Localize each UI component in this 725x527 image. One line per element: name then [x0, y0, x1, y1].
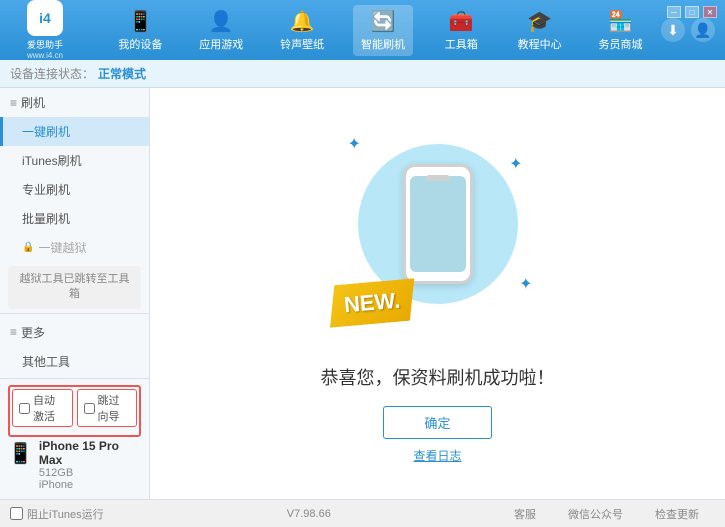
service-icon: 🏪: [608, 9, 633, 34]
tutorial-icon: 🎓: [527, 9, 552, 34]
status-label: 设备连接状态：: [10, 65, 94, 82]
my-device-icon: 📱: [128, 9, 153, 34]
flash-group-header[interactable]: ≡ 刷机: [0, 88, 149, 117]
sidebar-divider: [0, 313, 149, 314]
batch-flash-label: 批量刷机: [22, 212, 70, 226]
auto-activate-checkbox[interactable]: [19, 403, 30, 414]
device-type: iPhone: [39, 479, 141, 491]
guide-activation-label: 跳过向导: [98, 392, 131, 424]
stop-itunes-label: 阻止iTunes运行: [27, 506, 104, 522]
app-logo: i4 爱思助手 www.i4.cn: [10, 0, 80, 60]
phone-notch: [426, 175, 450, 181]
maximize-button[interactable]: □: [685, 6, 699, 18]
footer-customer-service[interactable]: 客服: [514, 506, 536, 522]
device-name: iPhone 15 Pro Max: [39, 439, 141, 467]
user-button[interactable]: 👤: [691, 18, 715, 42]
nav-toolbox-label: 工具箱: [445, 36, 478, 52]
auto-actions: 自动激活 跳过向导: [12, 389, 137, 427]
sparkle-icon-3: ✦: [519, 274, 532, 294]
stop-itunes-checkbox[interactable]: [10, 507, 23, 520]
itunes-flash-label: iTunes刷机: [22, 154, 82, 168]
close-button[interactable]: ✕: [703, 6, 717, 18]
sparkle-icon-1: ✦: [348, 134, 361, 154]
device-info: 📱 iPhone 15 Pro Max 512GB iPhone: [8, 437, 141, 493]
logo-text: 爱思助手 www.i4.cn: [27, 38, 63, 60]
logo-symbol: i4: [39, 10, 51, 26]
guide-activation-checkbox[interactable]: [84, 403, 95, 414]
sidebar-other-tools[interactable]: 其他工具: [0, 347, 149, 376]
app-header: i4 爱思助手 www.i4.cn 📱 我的设备 👤 应用游戏 🔔 铃声壁纸 🔄…: [0, 0, 725, 60]
nav-bar: 📱 我的设备 👤 应用游戏 🔔 铃声壁纸 🔄 智能刷机 🧰 工具箱 🎓 教程中心…: [100, 5, 661, 56]
nav-my-device[interactable]: 📱 我的设备: [110, 5, 170, 56]
logo-icon: i4: [27, 0, 63, 36]
status-bar: 设备连接状态： 正常模式: [0, 60, 725, 88]
auto-activate-label: 自动激活: [33, 392, 66, 424]
phone-circle: [358, 144, 518, 304]
footer-version: V7.98.66: [104, 508, 514, 520]
success-message: 恭喜您，保资料刷机成功啦！: [321, 364, 555, 390]
footer-links: 客服 微信公众号 检查更新: [514, 506, 715, 522]
footer-check-update[interactable]: 检查更新: [655, 506, 699, 522]
nav-service[interactable]: 🏪 务员商城: [590, 5, 650, 56]
log-link[interactable]: 查看日志: [413, 447, 461, 464]
sidebar-batch-flash[interactable]: 批量刷机: [0, 204, 149, 233]
toolbox-icon: 🧰: [449, 9, 474, 34]
nav-tutorial-label: 教程中心: [518, 36, 562, 52]
phone-illustration: NEW. ✦ ✦ ✦: [338, 124, 538, 344]
smart-flash-icon: 🔄: [371, 9, 396, 34]
nav-my-device-label: 我的设备: [118, 36, 162, 52]
sparkle-icon-2: ✦: [509, 154, 522, 174]
nav-ringtones-label: 铃声壁纸: [280, 36, 324, 52]
nav-smart-flash-label: 智能刷机: [361, 36, 405, 52]
status-value: 正常模式: [98, 65, 146, 82]
other-tools-label: 其他工具: [22, 355, 70, 369]
new-badge: NEW.: [326, 278, 418, 328]
header-actions: ⬇ 👤: [661, 18, 715, 42]
guide-activation-btn[interactable]: 跳过向导: [77, 389, 138, 427]
main-content: NEW. ✦ ✦ ✦ 恭喜您，保资料刷机成功啦！ 确定 查看日志: [150, 88, 725, 499]
nav-app-games[interactable]: 👤 应用游戏: [191, 5, 251, 56]
sidebar-one-click-flash[interactable]: 一键刷机: [0, 117, 149, 146]
jailbreak-notice: 越狱工具已跳转至工具箱: [8, 266, 141, 309]
sidebar-itunes-flash[interactable]: iTunes刷机: [0, 146, 149, 175]
more-group-header[interactable]: ≡ 更多: [0, 318, 149, 347]
sidebar-jailbreak-disabled: 🔒 一键越狱: [0, 233, 149, 262]
more-group-label: 更多: [21, 324, 45, 341]
footer-wechat[interactable]: 微信公众号: [568, 506, 623, 522]
confirm-button[interactable]: 确定: [383, 406, 491, 439]
auto-actions-box: 自动激活 跳过向导: [8, 385, 141, 437]
device-phone-icon: 📱: [8, 441, 33, 466]
device-area: 自动激活 跳过向导 📱 iPhone 15 Pro Max 512GB iPho…: [0, 378, 150, 499]
sidebar-pro-flash[interactable]: 专业刷机: [0, 175, 149, 204]
app-games-icon: 👤: [209, 9, 234, 34]
nav-tutorial[interactable]: 🎓 教程中心: [510, 5, 570, 56]
phone-body: [403, 164, 473, 284]
nav-ringtones[interactable]: 🔔 铃声壁纸: [272, 5, 332, 56]
lock-icon: 🔒: [22, 242, 34, 253]
ringtones-icon: 🔔: [290, 9, 315, 34]
download-button[interactable]: ⬇: [661, 18, 685, 42]
phone-screen: [410, 176, 466, 272]
device-details: iPhone 15 Pro Max 512GB iPhone: [39, 439, 141, 491]
one-click-flash-label: 一键刷机: [22, 125, 70, 139]
jailbreak-label: 一键越狱: [38, 239, 86, 256]
nav-service-label: 务员商城: [598, 36, 642, 52]
stop-itunes-area[interactable]: 阻止iTunes运行: [10, 506, 104, 522]
more-group-icon: ≡: [10, 325, 17, 339]
footer: 阻止iTunes运行 V7.98.66 客服 微信公众号 检查更新: [0, 499, 725, 527]
flash-group-icon: ≡: [10, 96, 17, 110]
nav-app-games-label: 应用游戏: [199, 36, 243, 52]
auto-activate-btn[interactable]: 自动激活: [12, 389, 73, 427]
nav-smart-flash[interactable]: 🔄 智能刷机: [353, 5, 413, 56]
flash-group-label: 刷机: [21, 94, 45, 111]
device-storage: 512GB: [39, 467, 141, 479]
pro-flash-label: 专业刷机: [22, 183, 70, 197]
minimize-button[interactable]: ─: [667, 6, 681, 18]
nav-toolbox[interactable]: 🧰 工具箱: [434, 5, 489, 56]
